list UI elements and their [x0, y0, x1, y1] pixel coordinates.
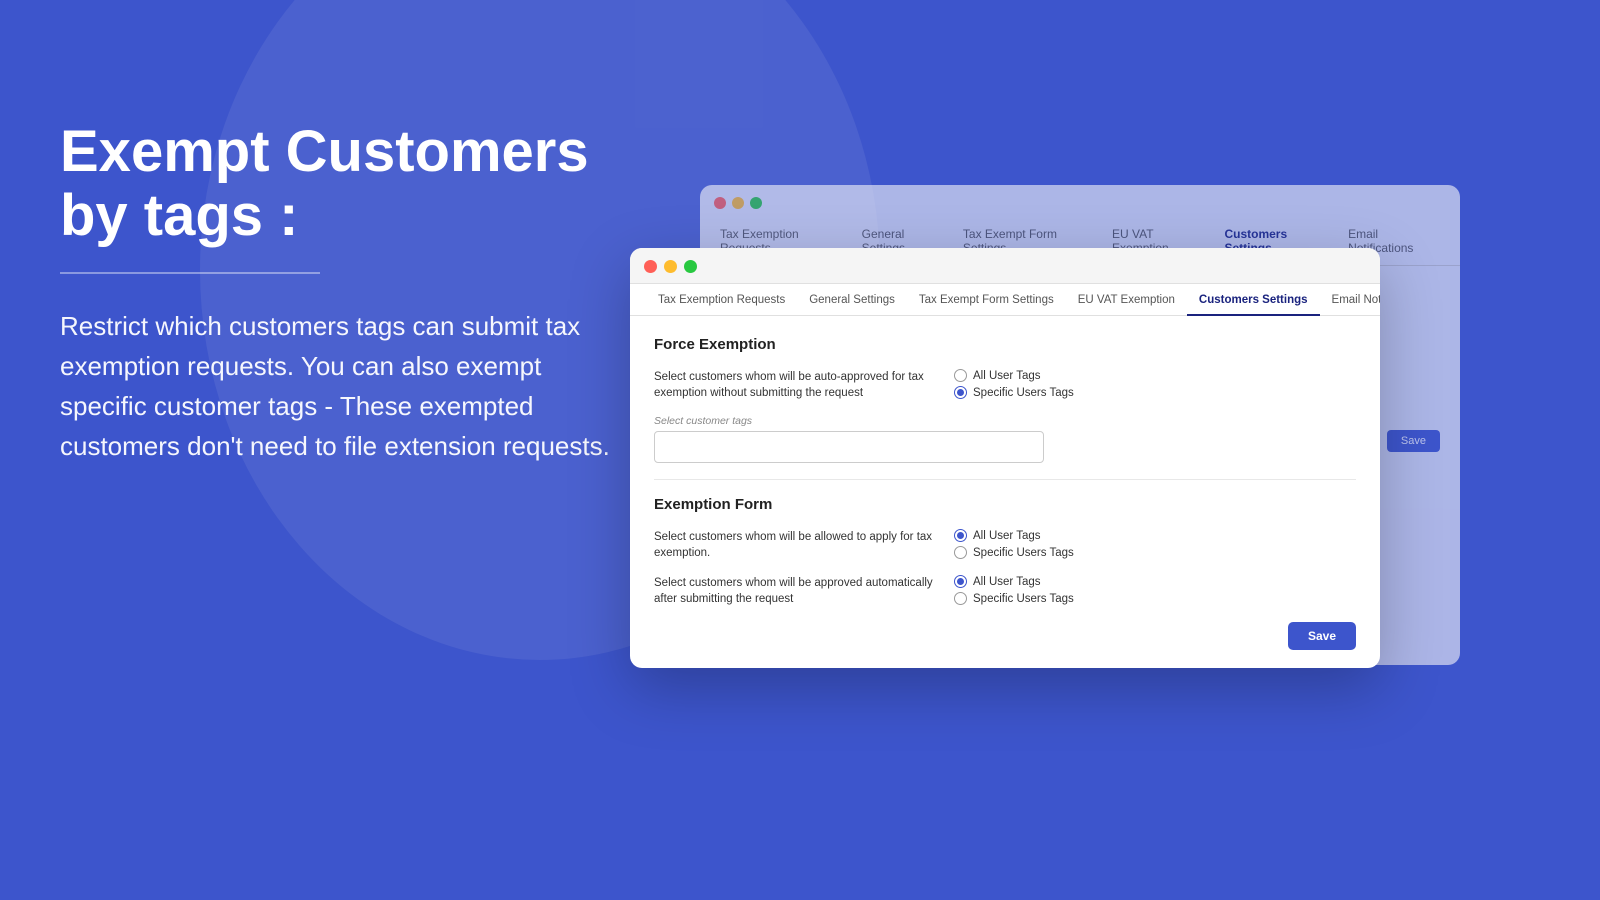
radio-label-all-2: All User Tags [973, 530, 1041, 542]
description-text: Restrict which customers tags can submit… [60, 306, 620, 467]
tab-tax-exemption-requests[interactable]: Tax Exemption Requests [646, 284, 797, 316]
radio-label-specific-3: Specific Users Tags [973, 593, 1074, 605]
tab-eu-vat-exemption[interactable]: EU VAT Exemption [1066, 284, 1187, 316]
section-divider [654, 479, 1356, 480]
tab-email-notifications[interactable]: Email Notifications [1320, 284, 1380, 316]
radio-circle-6[interactable] [954, 592, 967, 605]
radio-all-user-tags-2[interactable]: All User Tags [954, 529, 1074, 542]
force-exemption-label: Select customers whom will be auto-appro… [654, 369, 934, 401]
exemption-form-label-1: Select customers whom will be allowed to… [654, 529, 934, 561]
radio-circle-4[interactable] [954, 546, 967, 559]
tab-tax-exempt-form-settings[interactable]: Tax Exempt Form Settings [907, 284, 1066, 316]
radio-label-specific-2: Specific Users Tags [973, 547, 1074, 559]
tag-input-field[interactable] [654, 431, 1044, 463]
exemption-form-radio-group-1: All User Tags Specific Users Tags [954, 529, 1074, 559]
bg-dot-green [750, 197, 762, 209]
tab-general-settings[interactable]: General Settings [797, 284, 907, 316]
tag-input-label: Select customer tags [654, 415, 1356, 427]
radio-label-specific-1: Specific Users Tags [973, 387, 1074, 399]
bg-dot-yellow [732, 197, 744, 209]
dot-red[interactable] [644, 260, 657, 273]
force-exemption-radio-group: All User Tags Specific Users Tags [954, 369, 1074, 399]
save-button[interactable]: Save [1288, 622, 1356, 650]
tab-content: Force Exemption Select customers whom wi… [630, 316, 1380, 654]
exemption-form-title: Exemption Form [654, 496, 1356, 513]
divider-line [60, 272, 320, 274]
bg-save-btn: Save [1387, 430, 1440, 452]
dot-yellow[interactable] [664, 260, 677, 273]
radio-specific-users-tags-1[interactable]: Specific Users Tags [954, 386, 1074, 399]
radio-specific-users-tags-3[interactable]: Specific Users Tags [954, 592, 1074, 605]
exemption-form-row-1: Select customers whom will be allowed to… [654, 529, 1356, 561]
left-panel: Exempt Customers by tags : Restrict whic… [60, 120, 620, 467]
radio-label-all-1: All User Tags [973, 370, 1041, 382]
nav-tabs: Tax Exemption Requests General Settings … [630, 284, 1380, 316]
window-titlebar [630, 248, 1380, 284]
exemption-form-radio-group-2: All User Tags Specific Users Tags [954, 575, 1074, 605]
main-heading: Exempt Customers by tags : [60, 120, 620, 248]
bg-window-titlebar [700, 185, 1460, 221]
force-exemption-row: Select customers whom will be auto-appro… [654, 369, 1356, 401]
tag-input-wrapper: Select customer tags [654, 415, 1356, 463]
dot-green[interactable] [684, 260, 697, 273]
bg-dot-red [714, 197, 726, 209]
force-exemption-title: Force Exemption [654, 336, 1356, 353]
radio-specific-users-tags-2[interactable]: Specific Users Tags [954, 546, 1074, 559]
radio-circle-2[interactable] [954, 386, 967, 399]
radio-circle-3[interactable] [954, 529, 967, 542]
exemption-form-label-2: Select customers whom will be approved a… [654, 575, 934, 607]
tab-customers-settings[interactable]: Customers Settings [1187, 284, 1320, 316]
radio-label-all-3: All User Tags [973, 576, 1041, 588]
radio-all-user-tags-3[interactable]: All User Tags [954, 575, 1074, 588]
radio-circle-5[interactable] [954, 575, 967, 588]
radio-all-user-tags-1[interactable]: All User Tags [954, 369, 1074, 382]
exemption-form-row-2: Select customers whom will be approved a… [654, 575, 1356, 607]
radio-circle-1[interactable] [954, 369, 967, 382]
main-window: Tax Exemption Requests General Settings … [630, 248, 1380, 668]
save-button-row: Save [654, 622, 1356, 650]
